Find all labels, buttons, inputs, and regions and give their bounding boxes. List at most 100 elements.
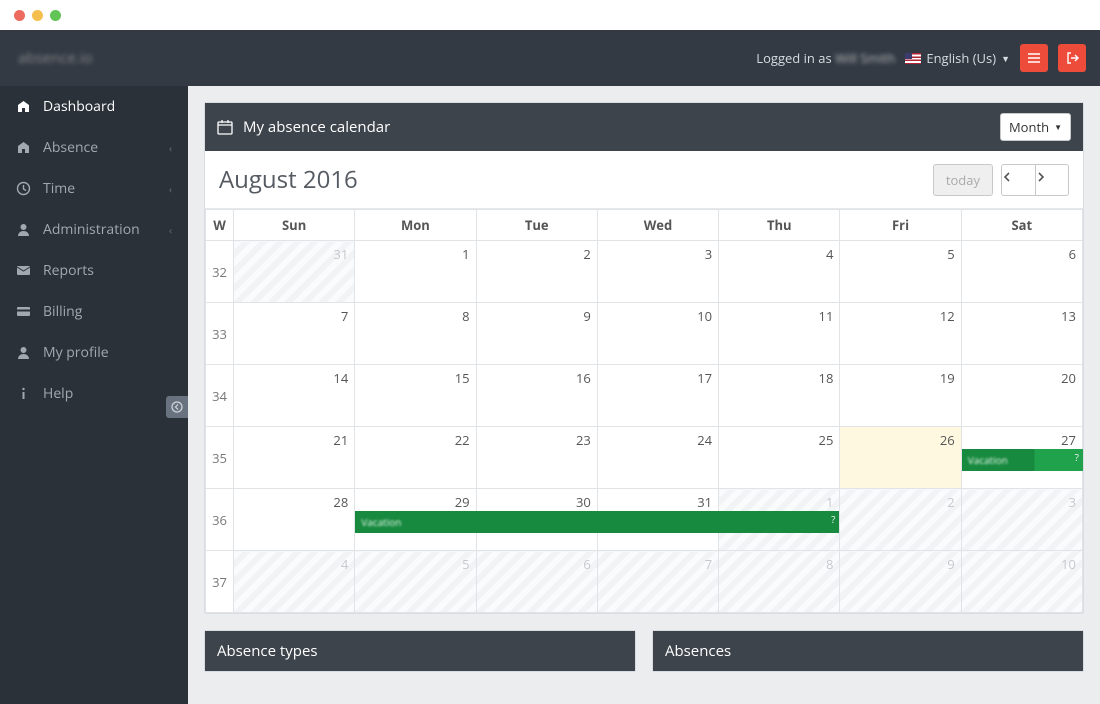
calendar-day-cell[interactable]: 7: [234, 303, 355, 365]
sidebar-item-time[interactable]: Time‹: [0, 168, 188, 209]
language-selector[interactable]: English (Us) ▼: [905, 49, 1010, 67]
browser-chrome: [0, 0, 1100, 30]
calendar-day-cell[interactable]: 31: [234, 241, 355, 303]
calendar-grid: WSunMonTueWedThuFriSat 32311234563378910…: [205, 209, 1083, 613]
calendar-day-cell[interactable]: 21: [234, 427, 355, 489]
envelope-icon: [16, 263, 31, 278]
calendar-day-cell[interactable]: 7: [597, 551, 718, 613]
absence-event[interactable]: Vacation?: [355, 511, 839, 533]
calendar-day-cell[interactable]: 8: [719, 551, 840, 613]
calendar-day-cell[interactable]: 16: [476, 365, 597, 427]
day-number: 3: [705, 245, 712, 263]
week-number: 33: [206, 303, 234, 365]
calendar-day-cell[interactable]: 1: [355, 241, 476, 303]
calendar-day-cell[interactable]: 4: [234, 551, 355, 613]
calendar-day-cell[interactable]: 6: [476, 551, 597, 613]
window-max-dot[interactable]: [50, 10, 61, 21]
window-close-dot[interactable]: [14, 10, 25, 21]
calendar-day-cell[interactable]: 17: [597, 365, 718, 427]
main-content: My absence calendar Month ▼ August 2016 …: [188, 86, 1100, 704]
calendar-day-cell[interactable]: 9: [840, 551, 961, 613]
chevron-down-icon: ▼: [1001, 52, 1010, 65]
info-icon: ?: [831, 512, 835, 526]
day-number: 9: [947, 555, 954, 573]
calendar-day-cell[interactable]: 19: [840, 365, 961, 427]
sidebar: DashboardAbsence‹Time‹Administration‹Rep…: [0, 86, 188, 704]
calendar-day-cell[interactable]: 25: [719, 427, 840, 489]
calendar-day-cell[interactable]: 5: [355, 551, 476, 613]
next-month-button[interactable]: [1035, 164, 1069, 196]
prev-month-button[interactable]: [1001, 164, 1035, 196]
calendar-day-cell[interactable]: 14: [234, 365, 355, 427]
day-header: Sun: [234, 210, 355, 241]
day-number: 18: [819, 369, 834, 387]
calendar-day-cell[interactable]: 9: [476, 303, 597, 365]
calendar-toolbar: August 2016 today: [205, 151, 1083, 209]
sidebar-item-dashboard[interactable]: Dashboard: [0, 86, 188, 127]
calendar-day-cell[interactable]: 10: [961, 551, 1082, 613]
calendar-panel-header: My absence calendar Month ▼: [205, 103, 1083, 151]
menu-button[interactable]: [1020, 44, 1048, 72]
calendar-day-cell[interactable]: 8: [355, 303, 476, 365]
calendar-day-cell[interactable]: 28: [234, 489, 355, 551]
day-number: 16: [576, 369, 591, 387]
calendar-day-cell[interactable]: 6: [961, 241, 1082, 303]
day-number: 1: [462, 245, 469, 263]
calendar-day-cell[interactable]: 10: [597, 303, 718, 365]
calendar-day-cell[interactable]: 24: [597, 427, 718, 489]
sidebar-item-label: Time: [43, 179, 157, 198]
day-number: 13: [1061, 307, 1076, 325]
week-number: 32: [206, 241, 234, 303]
caret-down-icon: ▼: [1054, 122, 1062, 133]
calendar-day-cell[interactable]: 12: [840, 303, 961, 365]
dashboard-icon: [16, 99, 31, 114]
calendar-day-cell[interactable]: 15: [355, 365, 476, 427]
calendar-nav-group: [1001, 164, 1069, 196]
day-header: Fri: [840, 210, 961, 241]
day-number: 6: [583, 555, 590, 573]
day-number: 17: [697, 369, 712, 387]
window-min-dot[interactable]: [32, 10, 43, 21]
day-number: 27: [1061, 431, 1076, 449]
calendar-day-cell[interactable]: 22: [355, 427, 476, 489]
calendar-day-cell[interactable]: 20: [961, 365, 1082, 427]
view-selector[interactable]: Month ▼: [1000, 113, 1071, 141]
calendar-day-cell[interactable]: 27Vacation?: [961, 427, 1082, 489]
day-number: 2: [947, 493, 954, 511]
calendar-day-cell[interactable]: 23: [476, 427, 597, 489]
flag-us-icon: [905, 53, 921, 64]
day-number: 9: [583, 307, 590, 325]
calendar-day-cell[interactable]: 18: [719, 365, 840, 427]
sidebar-item-billing[interactable]: Billing: [0, 291, 188, 332]
sidebar-item-reports[interactable]: Reports: [0, 250, 188, 291]
day-number: 7: [341, 307, 348, 325]
calendar-icon: [217, 119, 233, 135]
absence-event[interactable]: Vacation?: [962, 449, 1083, 471]
chevron-left-icon: ‹: [169, 141, 172, 155]
calendar-day-cell[interactable]: 26: [840, 427, 961, 489]
today-button[interactable]: today: [933, 164, 993, 196]
sidebar-item-help[interactable]: Help: [0, 373, 188, 414]
calendar-day-cell[interactable]: 3: [597, 241, 718, 303]
calendar-day-cell[interactable]: 29Vacation?: [355, 489, 476, 551]
sidebar-item-label: Dashboard: [43, 97, 172, 116]
sidebar-item-administration[interactable]: Administration‹: [0, 209, 188, 250]
sidebar-item-my-profile[interactable]: My profile: [0, 332, 188, 373]
sidebar-item-label: Reports: [43, 261, 172, 280]
user-icon: [16, 222, 31, 237]
sidebar-item-absence[interactable]: Absence‹: [0, 127, 188, 168]
calendar-day-cell[interactable]: 3: [961, 489, 1082, 551]
calendar-day-cell[interactable]: 11: [719, 303, 840, 365]
day-number: 5: [947, 245, 954, 263]
logout-button[interactable]: [1058, 44, 1086, 72]
arrow-left-icon: [171, 401, 183, 413]
day-number: 10: [1061, 555, 1076, 573]
calendar-day-cell[interactable]: 4: [719, 241, 840, 303]
calendar-day-cell[interactable]: 5: [840, 241, 961, 303]
day-number: 30: [576, 493, 591, 511]
calendar-day-cell[interactable]: 2: [476, 241, 597, 303]
sidebar-collapse-button[interactable]: [166, 396, 188, 418]
calendar-day-cell[interactable]: 2: [840, 489, 961, 551]
calendar-day-cell[interactable]: 13: [961, 303, 1082, 365]
day-header: Mon: [355, 210, 476, 241]
